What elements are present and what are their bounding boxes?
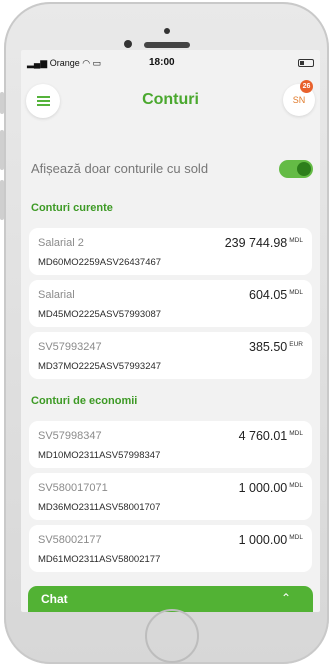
balance-filter-label: Afișează doar conturile cu sold	[31, 161, 209, 176]
chat-label: Chat	[41, 592, 68, 606]
avatar-initials: SN	[292, 95, 306, 105]
account-card[interactable]: Salarial 604.05 MDL MD45MO2225ASV57993087	[29, 280, 312, 327]
account-iban: MD45MO2225ASV57993087	[38, 309, 162, 320]
app-screen: ▂▄▆ Orange ◠ ▭ 18:00 Conturi SN 26 Afișe…	[21, 50, 320, 612]
account-currency: MDL	[289, 289, 303, 296]
page-title: Conturi	[142, 91, 199, 108]
account-card[interactable]: SV580017071 1 000.00 MDL MD36MO2311ASV580…	[29, 473, 312, 520]
volume-down-button	[0, 180, 4, 220]
account-amount: 4 760.01 MDL	[238, 429, 303, 443]
account-card[interactable]: SV57998347 4 760.01 MDL MD10MO2311ASV5799…	[29, 421, 312, 468]
account-currency: MDL	[289, 237, 303, 244]
account-card[interactable]: SV57993247 385.50 EUR MD37MO2225ASV579932…	[29, 332, 312, 379]
account-card[interactable]: Salarial 2 239 744.98 MDL MD60MO2259ASV26…	[29, 228, 312, 275]
account-iban: MD60MO2259ASV26437467	[38, 257, 162, 268]
account-iban: MD36MO2311ASV58001707	[38, 502, 161, 513]
account-name: Salarial 2	[38, 237, 84, 249]
account-amount: 239 744.98 MDL	[224, 236, 303, 250]
account-amount: 1 000.00 MDL	[238, 481, 303, 495]
battery-icon	[298, 59, 314, 67]
account-amount: 385.50 EUR	[249, 340, 303, 354]
section-title-current: Conturi curente	[31, 202, 113, 214]
account-currency: MDL	[289, 430, 303, 437]
chevron-up-icon: ⌃	[280, 591, 291, 605]
phone-frame: ▂▄▆ Orange ◠ ▭ 18:00 Conturi SN 26 Afișe…	[4, 2, 329, 664]
volume-up-button	[0, 130, 4, 170]
speaker-grille	[144, 42, 190, 48]
toggle-knob	[297, 162, 311, 176]
account-currency: MDL	[289, 482, 303, 489]
clock: 18:00	[149, 57, 175, 68]
account-name: SV57993247	[38, 341, 102, 353]
account-name: SV57998347	[38, 430, 102, 442]
home-button[interactable]	[145, 609, 199, 663]
section-title-savings: Conturi de economii	[31, 395, 138, 407]
account-amount: 1 000.00 MDL	[238, 533, 303, 547]
account-name: SV580017071	[38, 482, 108, 494]
account-amount: 604.05 MDL	[249, 288, 303, 302]
top-bar: Conturi SN 26	[21, 74, 320, 130]
account-iban: MD37MO2225ASV57993247	[38, 361, 162, 372]
account-currency: MDL	[289, 534, 303, 541]
account-currency: EUR	[289, 341, 303, 348]
sensor	[124, 40, 132, 48]
notification-badge: 26	[300, 80, 313, 93]
status-bar: ▂▄▆ Orange ◠ ▭ 18:00	[21, 50, 320, 72]
carrier-indicator: ▂▄▆ Orange ◠ ▭	[27, 58, 102, 68]
account-iban: MD10MO2311ASV57998347	[38, 450, 161, 461]
account-iban: MD61MO2311ASV58002177	[38, 554, 161, 565]
account-name: SV58002177	[38, 534, 102, 546]
account-name: Salarial	[38, 289, 75, 301]
front-camera	[164, 28, 170, 34]
mute-switch	[0, 92, 4, 114]
account-card[interactable]: SV58002177 1 000.00 MDL MD61MO2311ASV5800…	[29, 525, 312, 572]
balance-filter-toggle[interactable]	[279, 160, 313, 178]
